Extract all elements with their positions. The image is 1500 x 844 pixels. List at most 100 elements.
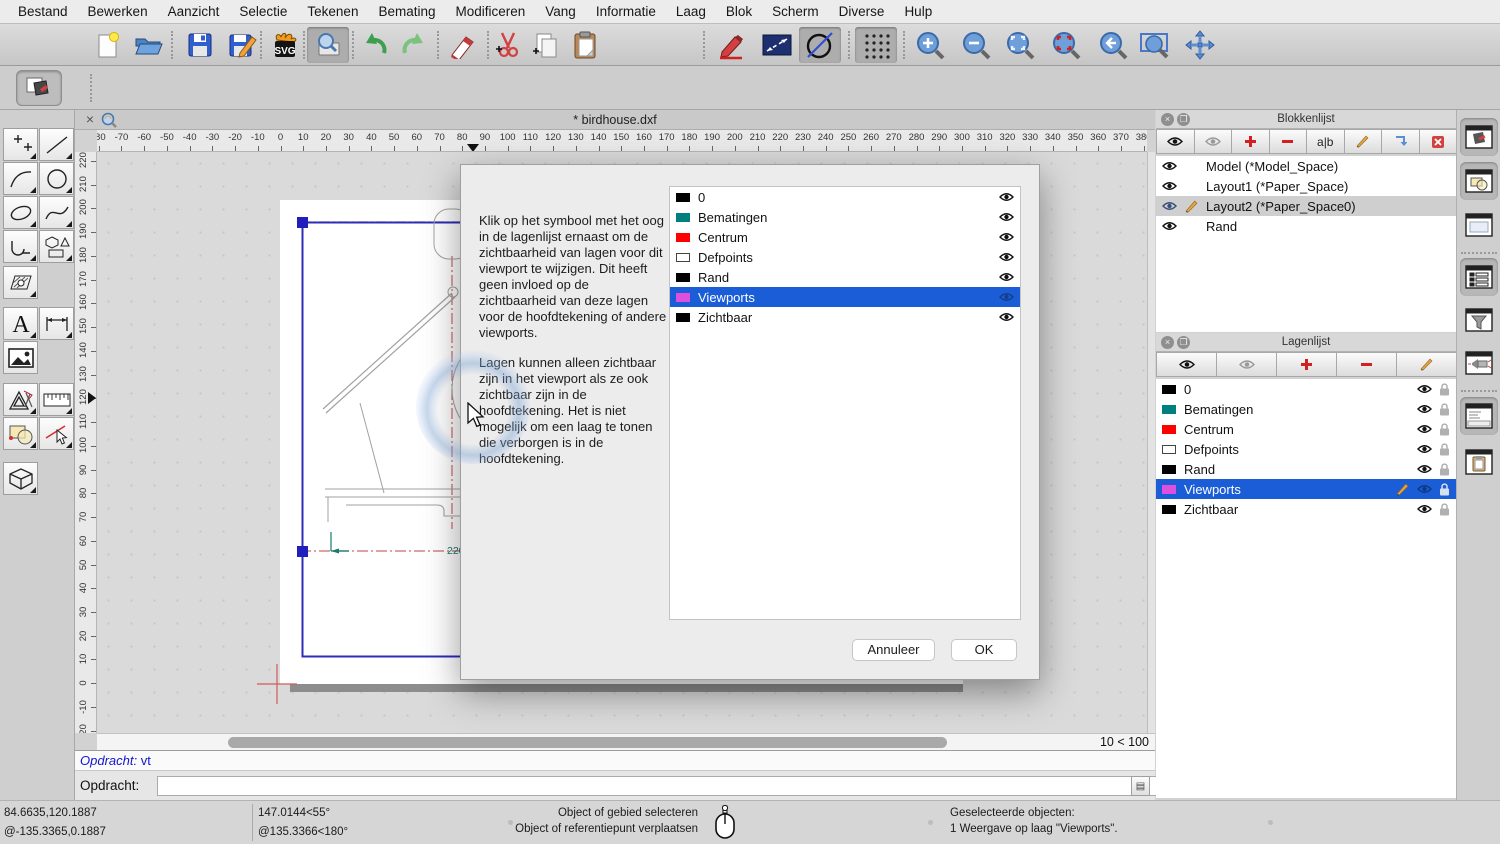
block-row-rand[interactable]: Rand [1156,216,1456,236]
layer-row-rand[interactable]: Rand [1156,459,1456,479]
dialog-layer-row-zichtbaar[interactable]: Zichtbaar [670,307,1020,327]
layer-visibility-eye-icon[interactable] [1417,464,1432,474]
block-row-layout2[interactable]: Layout2 (*Paper_Space0) [1156,196,1456,216]
blocks-hide-all-button[interactable] [1194,129,1233,154]
layer-visibility-eye-icon[interactable] [999,292,1014,302]
property-editor-toggle[interactable] [1460,206,1498,244]
layer-visibility-eye-icon[interactable] [999,232,1014,242]
menu-hulp[interactable]: Hulp [894,0,942,24]
menu-informatie[interactable]: Informatie [586,0,666,24]
viewport-toggle-button[interactable] [16,70,62,106]
blocks-show-all-button[interactable] [1156,129,1195,154]
select-tool[interactable] [39,417,74,450]
layer-visibility-eye-icon[interactable] [999,212,1014,222]
layer-row-0[interactable]: 0 [1156,379,1456,399]
dialog-layer-row-rand[interactable]: Rand [670,267,1020,287]
layer-visibility-eye-icon[interactable] [999,252,1014,262]
block-row-model[interactable]: Model (*Model_Space) [1156,156,1456,176]
layer-lock-icon[interactable] [1439,443,1450,456]
layer-visibility-eye-icon[interactable] [999,272,1014,282]
draw-edit-button[interactable] [710,27,752,63]
zoom-in-button[interactable] [909,27,951,63]
dialog-layer-row-0[interactable]: 0 [670,187,1020,207]
layer-lock-icon[interactable] [1439,483,1450,496]
layer-visibility-eye-icon[interactable] [999,192,1014,202]
menu-modificeren[interactable]: Modificeren [446,0,536,24]
menu-bewerken[interactable]: Bewerken [78,0,158,24]
grid-toggle-button[interactable] [855,27,897,63]
add-block-button[interactable] [1231,129,1270,154]
edit-block-button[interactable] [1344,129,1383,154]
image-tool[interactable] [3,341,38,374]
block-row-layout1[interactable]: Layout1 (*Paper_Space) [1156,176,1456,196]
layer-visibility-eye-icon[interactable] [1417,444,1432,454]
remove-layer-button[interactable] [1336,352,1397,377]
circle-tool-button[interactable] [799,27,841,63]
zoom-auto-button[interactable] [999,27,1041,63]
vertical-scrollbar[interactable] [1147,152,1155,733]
dialog-layer-row-bematingen[interactable]: Bematingen [670,207,1020,227]
zoom-previous-button[interactable] [1092,27,1134,63]
print-preview-button[interactable] [307,27,349,63]
layer-row-defpoints[interactable]: Defpoints [1156,439,1456,459]
dimension-tool-palette[interactable] [39,307,74,340]
menu-bestand[interactable]: Bestand [8,0,78,24]
circle-tool-palette[interactable] [39,162,74,195]
dialog-layer-row-viewports[interactable]: Viewports [670,287,1020,307]
layer-visibility-eye-icon[interactable] [1417,504,1432,514]
cad-tools[interactable] [3,383,38,416]
menu-aanzicht[interactable]: Aanzicht [158,0,230,24]
horizontal-scrollbar[interactable]: 10 < 100 [97,733,1155,750]
redo-button[interactable] [393,27,435,63]
undo-button[interactable] [354,27,396,63]
solid-3d-tool[interactable] [3,462,38,495]
layer-lock-icon[interactable] [1439,463,1450,476]
block-visibility-eye-icon[interactable] [1162,181,1184,191]
modify-tool[interactable] [3,417,38,450]
layer-lock-icon[interactable] [1439,403,1450,416]
measure-tool[interactable] [39,383,74,416]
point-tool[interactable] [3,128,38,161]
command-options-button[interactable]: ▤ [1131,776,1150,796]
cancel-button[interactable]: Annuleer [852,639,935,661]
layer-row-centrum[interactable]: Centrum [1156,419,1456,439]
purge-block-button[interactable] [1419,129,1458,154]
menu-diverse[interactable]: Diverse [829,0,895,24]
layer-row-viewports[interactable]: Viewports [1156,479,1456,499]
cut-button[interactable] [487,27,529,63]
menu-laag[interactable]: Laag [666,0,716,24]
layer-lock-icon[interactable] [1439,503,1450,516]
menu-blok[interactable]: Blok [716,0,762,24]
library-browser-toggle[interactable] [1460,162,1498,200]
block-list-toggle[interactable] [1460,118,1498,156]
dimension-tool-button[interactable] [756,27,798,63]
clipboard-toggle[interactable] [1460,443,1498,481]
layer-lock-icon[interactable] [1439,423,1450,436]
shape-tool[interactable] [39,230,74,263]
line-tool[interactable] [39,128,74,161]
layer-visibility-eye-icon[interactable] [1417,384,1432,394]
open-file-button[interactable] [127,27,169,63]
save-as-button[interactable] [222,27,264,63]
block-visibility-eye-icon[interactable] [1162,221,1184,231]
arc-tool[interactable] [3,162,38,195]
menu-selectie[interactable]: Selectie [229,0,297,24]
menu-bemating[interactable]: Bemating [368,0,445,24]
menu-vang[interactable]: Vang [535,0,586,24]
copy-button[interactable] [524,27,566,63]
layer-visibility-eye-icon[interactable] [1417,424,1432,434]
hscroll-thumb[interactable] [228,737,947,748]
block-visibility-eye-icon[interactable] [1162,161,1184,171]
layers-show-all-button[interactable] [1156,352,1217,377]
layers-hide-all-button[interactable] [1216,352,1277,377]
layer-visibility-eye-icon[interactable] [1417,404,1432,414]
zoom-window-button[interactable] [1134,27,1176,63]
dialog-layer-row-defpoints[interactable]: Defpoints [670,247,1020,267]
new-file-button[interactable] [87,27,129,63]
selection-filter-toggle[interactable] [1460,301,1498,339]
pan-button[interactable] [1179,27,1221,63]
spline-tool[interactable] [39,196,74,229]
ellipse-tool[interactable] [3,196,38,229]
layer-lock-icon[interactable] [1439,383,1450,396]
dialog-layer-row-centrum[interactable]: Centrum [670,227,1020,247]
